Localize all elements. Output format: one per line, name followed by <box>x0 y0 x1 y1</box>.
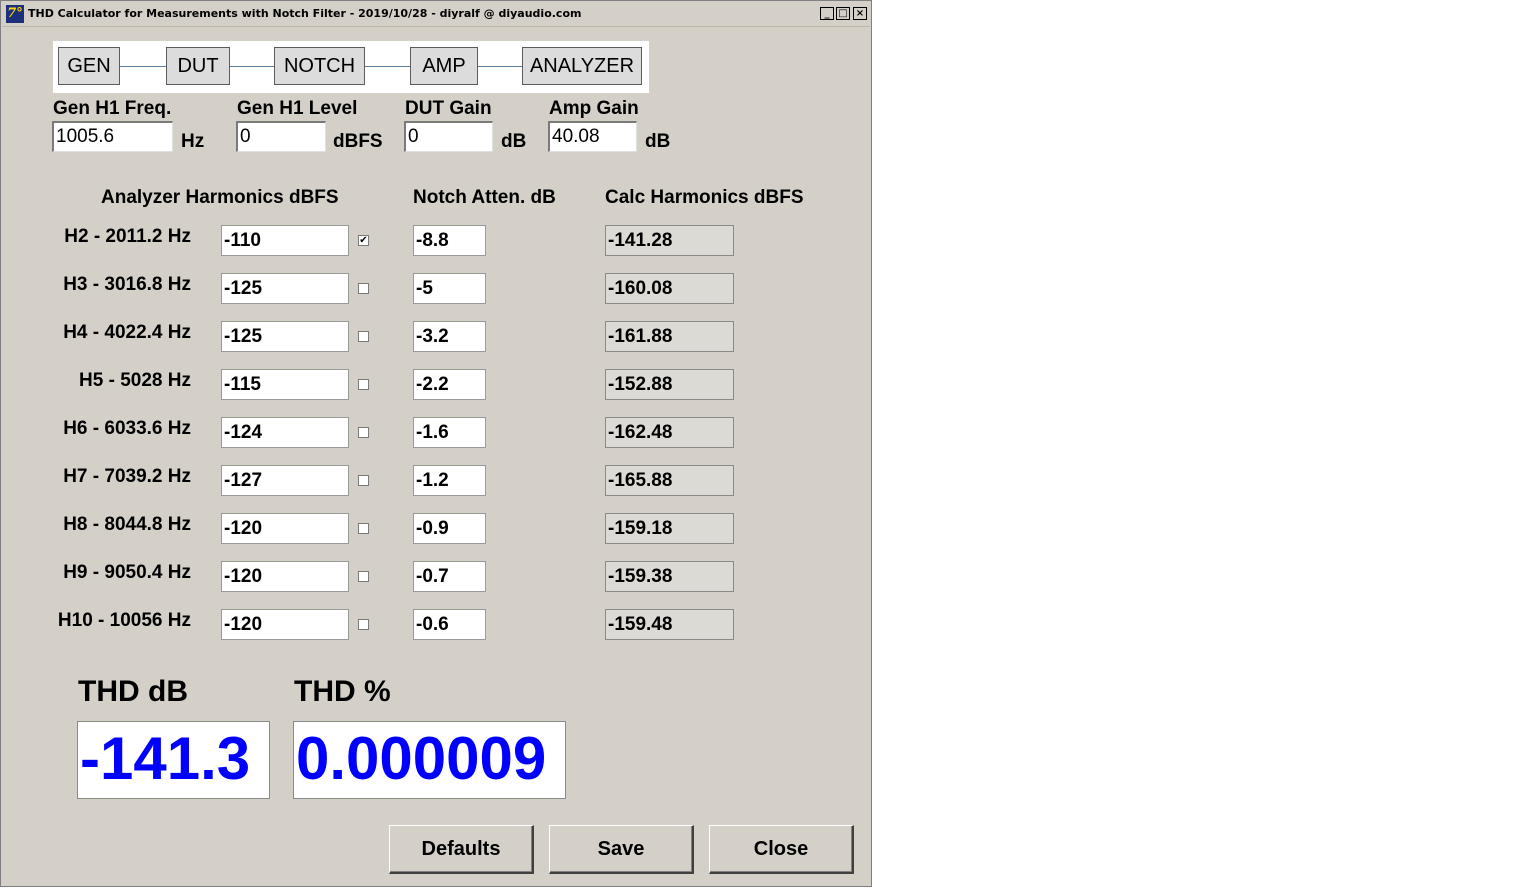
chain-notch-box: NOTCH <box>274 47 365 85</box>
analyzer-harmonic-input[interactable]: -125 <box>221 273 349 304</box>
amp-gain-unit: dB <box>645 131 671 152</box>
analyzer-harmonics-header: Analyzer Harmonics dBFS <box>101 187 339 208</box>
dut-gain-unit: dB <box>501 131 527 152</box>
calc-harmonic-value: -160.08 <box>605 273 734 304</box>
notch-atten-input[interactable]: -5 <box>413 273 486 304</box>
thd-percent-label: THD % <box>294 675 391 708</box>
analyzer-harmonic-input[interactable]: -124 <box>221 417 349 448</box>
gen-freq-label: Gen H1 Freq. <box>53 98 172 119</box>
harmonic-checkbox[interactable] <box>358 619 369 630</box>
amp-gain-label: Amp Gain <box>549 98 639 119</box>
harmonic-label: H8 - 8044.8 Hz <box>63 514 191 535</box>
harmonic-label: H6 - 6033.6 Hz <box>63 418 191 439</box>
analyzer-harmonic-input[interactable]: -120 <box>221 513 349 544</box>
signal-chain-diagram: GEN DUT NOTCH AMP ANALYZER <box>53 41 649 93</box>
calc-harmonic-value: -152.88 <box>605 369 734 400</box>
notch-atten-input[interactable]: -8.8 <box>413 225 486 256</box>
thd-db-label: THD dB <box>78 675 188 708</box>
calc-harmonic-value: -159.18 <box>605 513 734 544</box>
chain-gen-box: GEN <box>58 47 120 85</box>
dut-gain-label: DUT Gain <box>405 98 492 119</box>
gen-level-unit: dBFS <box>333 131 383 152</box>
defaults-button[interactable]: Defaults <box>389 825 534 874</box>
minimize-button[interactable]: _ <box>820 7 834 20</box>
calc-harmonics-header: Calc Harmonics dBFS <box>605 187 804 208</box>
notch-atten-input[interactable]: -1.6 <box>413 417 486 448</box>
chain-amp-box: AMP <box>410 47 478 85</box>
gen-level-input[interactable]: 0 <box>236 121 326 152</box>
harmonic-checkbox[interactable] <box>358 331 369 342</box>
app-icon: 7° <box>6 5 24 23</box>
harmonic-label: H5 - 5028 Hz <box>79 370 191 391</box>
harmonic-checkbox[interactable]: ✔ <box>358 235 369 246</box>
title-bar[interactable]: 7° THD Calculator for Measurements with … <box>2 2 870 27</box>
chain-connector <box>477 66 523 67</box>
amp-gain-input[interactable]: 40.08 <box>548 121 637 152</box>
gen-freq-input[interactable]: 1005.6 <box>52 121 173 152</box>
calc-harmonic-value: -141.28 <box>605 225 734 256</box>
chain-connector <box>229 66 275 67</box>
notch-atten-input[interactable]: -0.9 <box>413 513 486 544</box>
app-window: 7° THD Calculator for Measurements with … <box>0 0 872 887</box>
window-title: THD Calculator for Measurements with Not… <box>28 7 582 20</box>
calc-harmonic-value: -162.48 <box>605 417 734 448</box>
harmonic-label: H7 - 7039.2 Hz <box>63 466 191 487</box>
harmonic-label: H9 - 9050.4 Hz <box>63 562 191 583</box>
calc-harmonic-value: -161.88 <box>605 321 734 352</box>
notch-atten-input[interactable]: -1.2 <box>413 465 486 496</box>
harmonic-checkbox[interactable] <box>358 427 369 438</box>
gen-freq-unit: Hz <box>181 131 205 152</box>
harmonic-checkbox[interactable] <box>358 379 369 390</box>
notch-atten-input[interactable]: -2.2 <box>413 369 486 400</box>
notch-atten-header: Notch Atten. dB <box>413 187 556 208</box>
harmonic-checkbox[interactable] <box>358 283 369 294</box>
gen-level-label: Gen H1 Level <box>237 98 358 119</box>
chain-analyzer-box: ANALYZER <box>522 47 642 85</box>
analyzer-harmonic-input[interactable]: -120 <box>221 561 349 592</box>
chain-dut-box: DUT <box>166 47 230 85</box>
harmonic-checkbox[interactable] <box>358 475 369 486</box>
notch-atten-input[interactable]: -3.2 <box>413 321 486 352</box>
notch-atten-input[interactable]: -0.7 <box>413 561 486 592</box>
dut-gain-input[interactable]: 0 <box>404 121 493 152</box>
notch-atten-input[interactable]: -0.6 <box>413 609 486 640</box>
harmonic-label: H2 - 2011.2 Hz <box>64 226 191 247</box>
thd-percent-value: 0.000009 <box>293 721 566 799</box>
chain-connector <box>364 66 411 67</box>
harmonic-checkbox[interactable] <box>358 523 369 534</box>
calc-harmonic-value: -165.88 <box>605 465 734 496</box>
harmonic-label: H3 - 3016.8 Hz <box>63 274 191 295</box>
close-button[interactable]: Close <box>709 825 854 874</box>
analyzer-harmonic-input[interactable]: -127 <box>221 465 349 496</box>
harmonic-checkbox[interactable] <box>358 571 369 582</box>
harmonic-label: H10 - 10056 Hz <box>57 610 191 631</box>
analyzer-harmonic-input[interactable]: -125 <box>221 321 349 352</box>
analyzer-harmonic-input[interactable]: -115 <box>221 369 349 400</box>
analyzer-harmonic-input[interactable]: -110 <box>221 225 349 256</box>
harmonic-label: H4 - 4022.4 Hz <box>63 322 191 343</box>
close-window-button[interactable]: × <box>853 7 867 20</box>
maximize-button[interactable]: □ <box>836 7 850 20</box>
calc-harmonic-value: -159.48 <box>605 609 734 640</box>
thd-db-value: -141.3 <box>77 721 270 799</box>
analyzer-harmonic-input[interactable]: -120 <box>221 609 349 640</box>
chain-connector <box>119 66 167 67</box>
calc-harmonic-value: -159.38 <box>605 561 734 592</box>
save-button[interactable]: Save <box>549 825 694 874</box>
